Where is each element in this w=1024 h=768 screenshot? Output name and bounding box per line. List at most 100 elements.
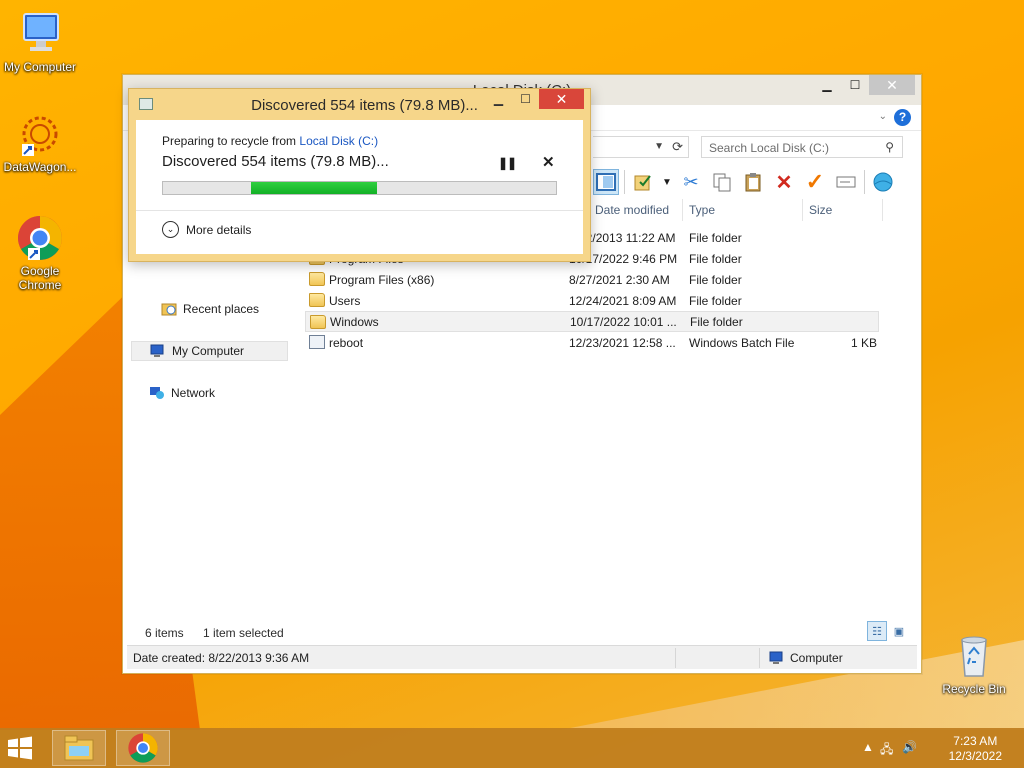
desktop-icon-datawagon[interactable]: DataWagon... <box>0 110 80 174</box>
details-view-icon[interactable]: ☷ <box>867 621 887 641</box>
progress-fill <box>251 182 378 194</box>
folder-icon <box>310 315 326 329</box>
row-type: File folder <box>689 230 742 245</box>
dialog-titlebar[interactable]: Discovered 554 items (79.8 MB)... ▁ ☐ ✕ <box>129 89 590 119</box>
desktop-icon-my-computer[interactable]: My Computer <box>0 10 80 74</box>
table-row[interactable]: Program Files (x86) 8/27/2021 2:30 AM Fi… <box>305 269 879 290</box>
desktop-icon-label: DataWagon... <box>3 160 77 174</box>
computer-icon <box>16 10 64 58</box>
preview-pane-button[interactable] <box>593 169 619 195</box>
refresh-icon[interactable]: ⟳ <box>672 139 683 155</box>
desktop-icon-label: Recycle Bin <box>942 682 1006 696</box>
datawagon-logo-icon <box>16 110 64 158</box>
nav-item-label: My Computer <box>172 344 245 358</box>
desktop-icon-label: My Computer <box>3 60 77 74</box>
nav-item-label: Recent places <box>183 302 260 316</box>
search-icon: ⚲ <box>885 140 894 154</box>
toolbar: ▼ ✂ ✕ ✓ <box>593 167 896 197</box>
search-input[interactable]: Search Local Disk (C:) ⚲ <box>701 136 903 158</box>
column-header-size[interactable]: Size <box>803 199 883 221</box>
large-icons-view-icon[interactable]: ▣ <box>889 621 909 641</box>
chevron-down-icon[interactable]: ▼ <box>661 169 673 195</box>
dialog-window-controls: ▁ ☐ ✕ <box>485 89 584 109</box>
row-name: Windows <box>330 314 379 329</box>
start-button[interactable] <box>6 736 36 762</box>
recycle-progress-dialog: Discovered 554 items (79.8 MB)... ▁ ☐ ✕ … <box>128 88 591 262</box>
minimize-button[interactable]: ▁ <box>813 75 841 95</box>
rename-icon[interactable] <box>833 169 859 195</box>
delete-icon[interactable]: ✕ <box>771 169 797 195</box>
column-header-date-modified[interactable]: Date modified <box>589 199 683 221</box>
folder-icon <box>309 293 325 307</box>
chevron-down-icon[interactable]: ▼ <box>654 141 664 152</box>
row-type: File folder <box>689 272 742 287</box>
table-row[interactable]: reboot 12/23/2021 12:58 ... Windows Batc… <box>305 332 879 353</box>
column-header-type[interactable]: Type <box>683 199 803 221</box>
recycle-bin-icon <box>950 632 998 680</box>
volume-icon[interactable]: 🔊 <box>902 740 917 754</box>
maximize-button[interactable]: ☐ <box>512 89 539 109</box>
dialog-status-text: Discovered 554 items (79.8 MB)... <box>162 153 389 170</box>
help-icon[interactable]: ? <box>894 109 911 126</box>
row-date: 12/24/2021 8:09 AM <box>569 293 677 308</box>
table-row[interactable]: Users 12/24/2021 8:09 AM File folder <box>305 290 879 311</box>
nav-item-label: Network <box>171 386 216 400</box>
taskbar-google-chrome[interactable] <box>116 730 170 766</box>
status-item-count: 6 items <box>145 626 184 640</box>
source-link[interactable]: Local Disk (C:) <box>299 134 378 148</box>
computer-icon <box>150 344 166 358</box>
nav-item-network[interactable]: Network <box>149 383 215 403</box>
taskbar-file-explorer[interactable] <box>52 730 106 766</box>
close-button[interactable]: ✕ <box>539 89 584 109</box>
address-bar[interactable]: ▼ ⟳ <box>593 136 689 158</box>
more-details-button[interactable]: ⌄ More details <box>162 221 251 238</box>
network-icon <box>149 386 165 400</box>
network-status-icon[interactable]: 🖧 <box>880 740 893 761</box>
divider <box>136 210 583 211</box>
row-date: 8/27/2021 2:30 AM <box>569 272 670 287</box>
checkmark-icon[interactable]: ✓ <box>802 169 828 195</box>
chevron-down-icon[interactable]: ⌄ <box>879 111 887 122</box>
pause-button[interactable]: ❚❚ <box>498 156 517 170</box>
row-name: reboot <box>329 335 364 350</box>
show-hidden-icons-icon[interactable]: ▲ <box>862 740 874 754</box>
divider <box>675 648 676 668</box>
dialog-body: Preparing to recycle from Local Disk (C:… <box>136 120 583 254</box>
subtitle-text: Preparing to recycle from <box>162 134 300 148</box>
row-type: File folder <box>690 314 743 329</box>
row-type: File folder <box>689 293 742 308</box>
table-row-selected[interactable]: Windows 10/17/2022 10:01 ... File folder <box>305 311 879 332</box>
copy-icon[interactable] <box>709 169 735 195</box>
location-indicator: Computer <box>769 651 843 665</box>
details-bar: Date created: 8/22/2013 9:36 AM Computer <box>127 645 917 669</box>
row-type: Windows Batch File <box>689 335 795 350</box>
dialog-subtitle: Preparing to recycle from Local Disk (C:… <box>162 134 378 148</box>
row-type: File folder <box>689 251 742 266</box>
folder-icon <box>309 272 325 286</box>
cancel-button[interactable]: ✕ <box>542 153 555 171</box>
system-tray: ▲ 🖧 🔊 7:23 AM 12/3/2022 <box>854 728 1024 768</box>
properties-icon[interactable] <box>630 169 656 195</box>
cut-icon[interactable]: ✂ <box>678 169 704 195</box>
nav-item-my-computer[interactable]: My Computer <box>131 341 288 361</box>
row-date: 10/17/2022 10:01 ... <box>570 314 677 329</box>
clock-time: 7:23 AM <box>953 734 998 748</box>
taskbar: ▲ 🖧 🔊 7:23 AM 12/3/2022 <box>0 728 1024 768</box>
paste-icon[interactable] <box>740 169 766 195</box>
clock[interactable]: 7:23 AM 12/3/2022 <box>949 734 1002 764</box>
explorer-window-controls: ▁ ☐ ✕ <box>813 75 915 95</box>
windows-logo-icon <box>8 736 32 760</box>
chrome-icon <box>128 733 158 763</box>
view-switcher: ☷ ▣ <box>867 621 909 641</box>
desktop-icon-label: Google Chrome <box>18 264 62 292</box>
desktop-icon-recycle-bin[interactable]: Recycle Bin <box>934 632 1014 696</box>
close-button[interactable]: ✕ <box>869 75 915 95</box>
progress-bar <box>162 181 557 195</box>
file-explorer-icon <box>64 735 94 761</box>
network-globe-icon[interactable] <box>870 169 896 195</box>
nav-item-recent-places[interactable]: Recent places <box>161 299 259 319</box>
maximize-button[interactable]: ☐ <box>841 75 869 95</box>
date-created-text: Date created: 8/22/2013 9:36 AM <box>133 651 310 665</box>
desktop-icon-google-chrome[interactable]: Google Chrome <box>0 214 80 292</box>
minimize-button[interactable]: ▁ <box>485 89 512 109</box>
